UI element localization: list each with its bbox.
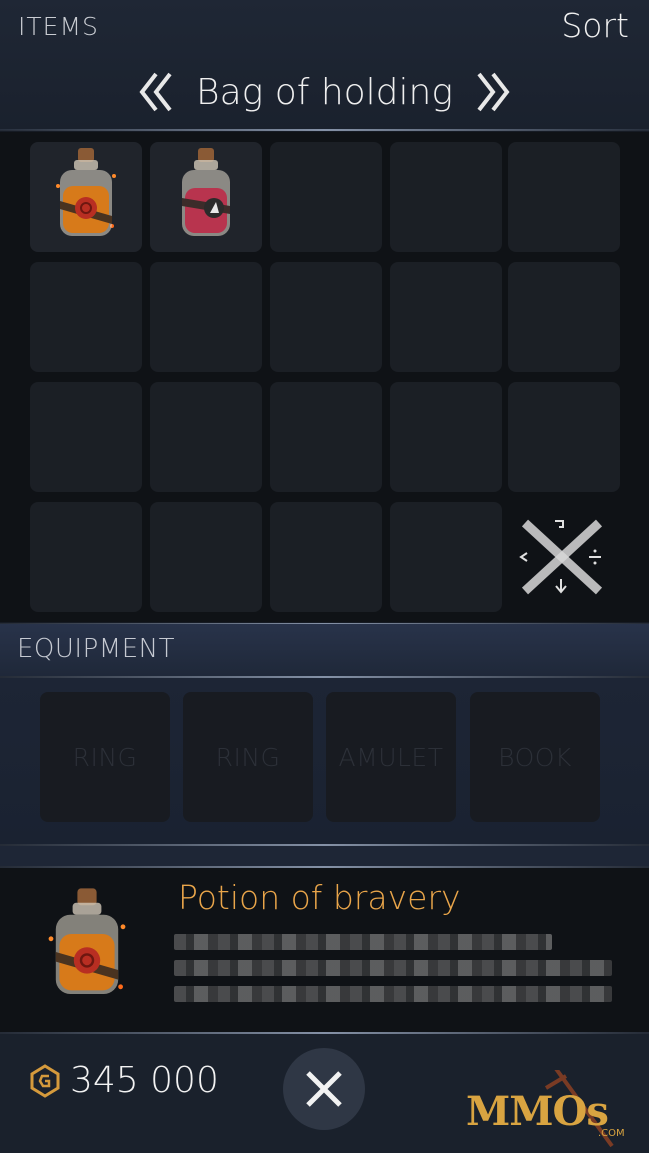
- watermark-suffix: .COM: [598, 1128, 625, 1139]
- gold-coin-icon: [30, 1064, 60, 1098]
- section-band: [0, 846, 649, 866]
- inventory-slot[interactable]: [150, 142, 262, 252]
- equip-slot-book[interactable]: BOOK: [470, 692, 600, 822]
- prev-bag-button[interactable]: [134, 67, 178, 117]
- item-description-redacted: [174, 986, 612, 1002]
- mmos-watermark-logo: MMOs .COM: [462, 1070, 642, 1150]
- sort-button[interactable]: Sort: [561, 6, 629, 45]
- inventory-slot[interactable]: [30, 142, 142, 252]
- equip-slot-amulet[interactable]: AMULET: [326, 692, 456, 822]
- item-description-redacted: [174, 934, 552, 950]
- equip-slot-ring-2[interactable]: RING: [183, 692, 313, 822]
- inventory-slot[interactable]: [508, 262, 620, 372]
- red-potion-icon: [182, 148, 230, 236]
- equipment-section-label: EQUIPMENT: [17, 634, 175, 664]
- watermark-text: MMOs: [466, 1088, 609, 1135]
- double-chevron-left-icon: [139, 72, 172, 112]
- item-name: Potion of bravery: [178, 878, 461, 917]
- item-detail-panel: Potion of bravery: [0, 868, 649, 1032]
- inventory-slot[interactable]: [30, 382, 142, 492]
- inventory-slot[interactable]: [270, 262, 382, 372]
- gold-amount: 345 000: [70, 1060, 219, 1101]
- header-divider: [0, 129, 649, 131]
- equipment-slots: RING RING AMULET BOOK: [0, 678, 649, 844]
- inventory-slot[interactable]: [150, 382, 262, 492]
- inventory-slot[interactable]: [390, 502, 502, 612]
- inventory-slot[interactable]: [390, 262, 502, 372]
- close-button[interactable]: [283, 1048, 365, 1130]
- discard-rune-icon: [519, 519, 603, 595]
- inventory-slot[interactable]: [270, 502, 382, 612]
- footer-bar: 345 000 MMOs .COM: [0, 1034, 649, 1153]
- equipment-header: EQUIPMENT: [0, 624, 649, 676]
- bag-navigator: Bag of holding: [0, 62, 649, 122]
- close-icon: [306, 1071, 342, 1107]
- inventory-slot[interactable]: [508, 382, 620, 492]
- inventory-header: ITEMS Sort Bag of holding: [0, 0, 649, 130]
- inventory-slot[interactable]: [270, 142, 382, 252]
- next-bag-button[interactable]: [471, 67, 515, 117]
- orange-potion-icon: [56, 148, 116, 236]
- inventory-slot[interactable]: [270, 382, 382, 492]
- inventory-slot[interactable]: [390, 142, 502, 252]
- item-description-redacted: [174, 960, 612, 976]
- items-section-label: ITEMS: [18, 12, 99, 41]
- equip-slot-ring-1[interactable]: RING: [40, 692, 170, 822]
- inventory-slot[interactable]: [390, 382, 502, 492]
- inventory-slot[interactable]: [30, 262, 142, 372]
- inventory-slot[interactable]: [150, 262, 262, 372]
- inventory-slot[interactable]: [150, 502, 262, 612]
- discard-button[interactable]: [515, 515, 609, 599]
- bag-title: Bag of holding: [196, 71, 453, 113]
- orange-potion-icon: [48, 888, 126, 994]
- double-chevron-right-icon: [477, 72, 510, 112]
- inventory-slot[interactable]: [508, 142, 620, 252]
- inventory-slot[interactable]: [30, 502, 142, 612]
